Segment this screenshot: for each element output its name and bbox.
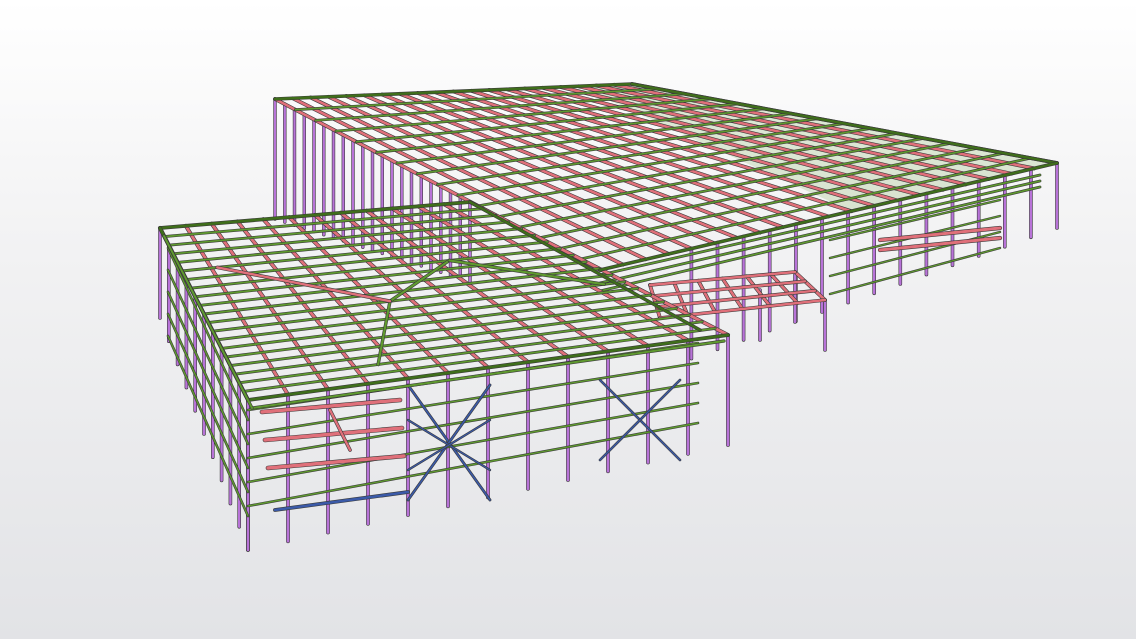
opening-frame[interactable]	[263, 426, 404, 442]
roof-purlin[interactable]	[233, 314, 691, 376]
sill-beam[interactable]	[273, 490, 410, 512]
structural-model-3d-view[interactable]	[0, 0, 1136, 639]
wall-girt[interactable]	[167, 335, 249, 517]
connector-girder[interactable]	[721, 277, 744, 311]
connector-girder[interactable]	[696, 279, 717, 314]
wall-girt[interactable]	[167, 313, 249, 493]
hip-ridge[interactable]	[216, 266, 392, 303]
wall-girt[interactable]	[247, 402, 699, 483]
model-viewport[interactable]	[0, 0, 1136, 639]
wall-girt[interactable]	[247, 382, 699, 459]
